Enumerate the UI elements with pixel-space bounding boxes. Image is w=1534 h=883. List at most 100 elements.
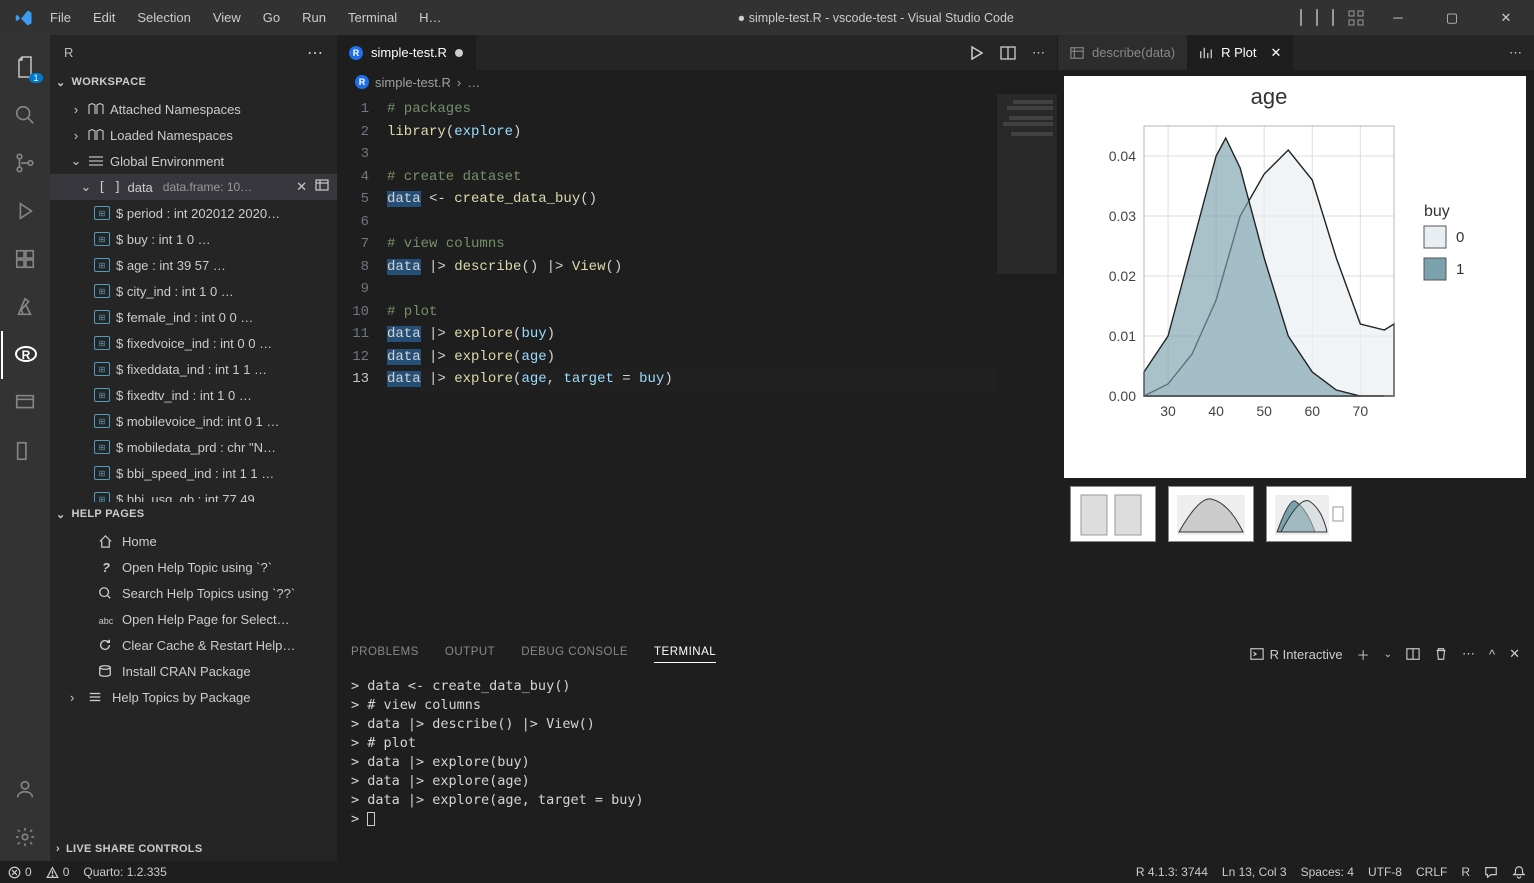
- tab-r-plot[interactable]: R Plot ✕: [1187, 35, 1293, 70]
- tree-row[interactable]: ⊞$ female_ind : int 0 0 …: [50, 304, 337, 330]
- encoding-status[interactable]: UTF-8: [1368, 865, 1402, 879]
- editor-tab[interactable]: R simple-test.R: [337, 35, 476, 70]
- close-icon[interactable]: ✕: [296, 179, 307, 195]
- menu-item[interactable]: View: [203, 6, 251, 29]
- terminal-content[interactable]: > data <- create_data_buy()> # view colu…: [337, 671, 1534, 835]
- tree-row[interactable]: ⊞$ period : int 202012 2020…: [50, 200, 337, 226]
- tab-output[interactable]: OUTPUT: [445, 646, 495, 662]
- tree-row[interactable]: ›Loaded Namespaces: [50, 122, 337, 148]
- help-row[interactable]: Home: [50, 528, 337, 554]
- terminal-more-icon[interactable]: ⋯: [1462, 646, 1475, 662]
- search-icon[interactable]: [1, 91, 49, 139]
- tree-row[interactable]: ⌄[ ]datadata.frame: 10…✕: [50, 174, 337, 200]
- r-version-status[interactable]: R 4.1.3: 3744: [1136, 865, 1208, 879]
- errors-count[interactable]: 0: [8, 865, 32, 879]
- eol-status[interactable]: CRLF: [1416, 865, 1447, 879]
- workspace-section-header[interactable]: ⌄ WORKSPACE: [50, 70, 337, 94]
- menu-item[interactable]: H…: [409, 6, 451, 29]
- tree-row[interactable]: ⊞$ bbi_speed_ind : int 1 1 …: [50, 460, 337, 486]
- sidebar-more-icon[interactable]: ⋯: [307, 43, 323, 63]
- notifications-icon[interactable]: [1512, 865, 1526, 879]
- tree-label: $ buy : int 1 0 …: [116, 232, 211, 247]
- extensions-icon[interactable]: [1, 235, 49, 283]
- menu-item[interactable]: File: [40, 6, 81, 29]
- language-status[interactable]: R: [1461, 865, 1470, 879]
- run-file-icon[interactable]: [968, 45, 984, 61]
- editor-more-icon[interactable]: ⋯: [1032, 45, 1045, 61]
- plot-thumb-2[interactable]: [1168, 486, 1254, 542]
- view-icon[interactable]: [315, 179, 329, 195]
- split-terminal-icon[interactable]: [1406, 647, 1420, 661]
- minimap-slider[interactable]: [997, 94, 1057, 274]
- indentation-status[interactable]: Spaces: 4: [1301, 865, 1354, 879]
- code-content[interactable]: # packageslibrary(explore)# create datas…: [387, 94, 997, 636]
- tree-row[interactable]: ⊞$ buy : int 1 0 …: [50, 226, 337, 252]
- layout-icon-side[interactable]: [1, 427, 49, 475]
- terminal-profile[interactable]: R Interactive: [1250, 647, 1343, 662]
- tree-row[interactable]: ⊞$ mobiledata_prd : chr "N…: [50, 434, 337, 460]
- svg-text:0.03: 0.03: [1109, 208, 1136, 224]
- source-control-icon[interactable]: [1, 139, 49, 187]
- menu-item[interactable]: Terminal: [338, 6, 407, 29]
- plot-thumb-3[interactable]: [1266, 486, 1352, 542]
- plot-thumb-1[interactable]: [1070, 486, 1156, 542]
- tree-row[interactable]: ⊞$ fixedtv_ind : int 1 0 …: [50, 382, 337, 408]
- editor-body[interactable]: 12345678910111213 # packageslibrary(expl…: [337, 94, 1057, 636]
- accounts-icon[interactable]: [1, 765, 49, 813]
- minimap[interactable]: [997, 94, 1057, 636]
- new-terminal-icon[interactable]: ＋: [1357, 645, 1370, 664]
- quarto-status[interactable]: Quarto: 1.2.335: [83, 865, 166, 879]
- menu-item[interactable]: Run: [292, 6, 336, 29]
- tab-problems[interactable]: PROBLEMS: [351, 646, 419, 662]
- help-row[interactable]: abcOpen Help Page for Select…: [50, 606, 337, 632]
- explorer-icon[interactable]: 1: [1, 43, 49, 91]
- tree-row[interactable]: ⊞$ mobilevoice_ind: int 0 1 …: [50, 408, 337, 434]
- split-editor-icon[interactable]: [1000, 45, 1016, 61]
- tree-row[interactable]: ⊞$ fixeddata_ind : int 1 1 …: [50, 356, 337, 382]
- help-row[interactable]: Clear Cache & Restart Help…: [50, 632, 337, 658]
- menu-item[interactable]: Edit: [83, 6, 125, 29]
- help-row[interactable]: Install CRAN Package: [50, 658, 337, 684]
- tree-row[interactable]: ⊞$ city_ind : int 1 0 …: [50, 278, 337, 304]
- tree-row[interactable]: ›Attached Namespaces: [50, 96, 337, 122]
- live-share-section-header[interactable]: › LIVE SHARE CONTROLS: [50, 837, 337, 861]
- azure-icon[interactable]: [1, 283, 49, 331]
- minimize-button[interactable]: ─: [1378, 4, 1418, 32]
- maximize-button[interactable]: ▢: [1432, 4, 1472, 32]
- terminal-dropdown-icon[interactable]: ⌄: [1384, 649, 1392, 660]
- tree-row[interactable]: ⊞$ bbi_usg_gb : int 77 49 …: [50, 486, 337, 502]
- close-button[interactable]: ✕: [1486, 4, 1526, 32]
- warnings-count[interactable]: 0: [46, 865, 70, 879]
- feedback-icon[interactable]: [1484, 865, 1498, 879]
- panel-more-icon[interactable]: ⋯: [1509, 45, 1522, 61]
- r-extension-icon[interactable]: R: [1, 331, 49, 379]
- menu-item[interactable]: Go: [253, 6, 290, 29]
- maximize-panel-icon[interactable]: ^: [1489, 647, 1495, 662]
- tree-row[interactable]: ⊞$ fixedvoice_ind : int 0 0 …: [50, 330, 337, 356]
- menu-item[interactable]: Selection: [127, 6, 200, 29]
- tab-describe[interactable]: describe(data): [1058, 35, 1187, 70]
- close-tab-icon[interactable]: ✕: [1271, 45, 1282, 61]
- breadcrumb[interactable]: R simple-test.R › …: [337, 70, 1057, 94]
- help-row[interactable]: ›Help Topics by Package: [50, 684, 337, 710]
- help-label: Help Topics by Package: [112, 690, 251, 705]
- layout-left-icon[interactable]: [1300, 10, 1302, 25]
- tab-terminal[interactable]: TERMINAL: [654, 646, 716, 663]
- layout-bottom-icon[interactable]: [1316, 10, 1318, 25]
- debug-icon[interactable]: [1, 187, 49, 235]
- help-row[interactable]: Search Help Topics using `??`: [50, 580, 337, 606]
- kill-terminal-icon[interactable]: [1434, 647, 1448, 661]
- layout-customize-icon[interactable]: [1348, 10, 1364, 26]
- tab-debug-console[interactable]: DEBUG CONSOLE: [521, 646, 628, 662]
- help-label: Search Help Topics using `??`: [122, 586, 295, 601]
- tree-row[interactable]: ⌄Global Environment: [50, 148, 337, 174]
- layout-right-icon[interactable]: [1332, 10, 1334, 25]
- svg-text:0.01: 0.01: [1109, 328, 1136, 344]
- cursor-position[interactable]: Ln 13, Col 3: [1222, 865, 1287, 879]
- help-pages-section-header[interactable]: ⌄ HELP PAGES: [50, 502, 337, 526]
- help-row[interactable]: ?Open Help Topic using `?`: [50, 554, 337, 580]
- settings-gear-icon[interactable]: [1, 813, 49, 861]
- close-panel-icon[interactable]: ✕: [1509, 646, 1520, 662]
- tree-row[interactable]: ⊞$ age : int 39 57 …: [50, 252, 337, 278]
- remote-icon[interactable]: [1, 379, 49, 427]
